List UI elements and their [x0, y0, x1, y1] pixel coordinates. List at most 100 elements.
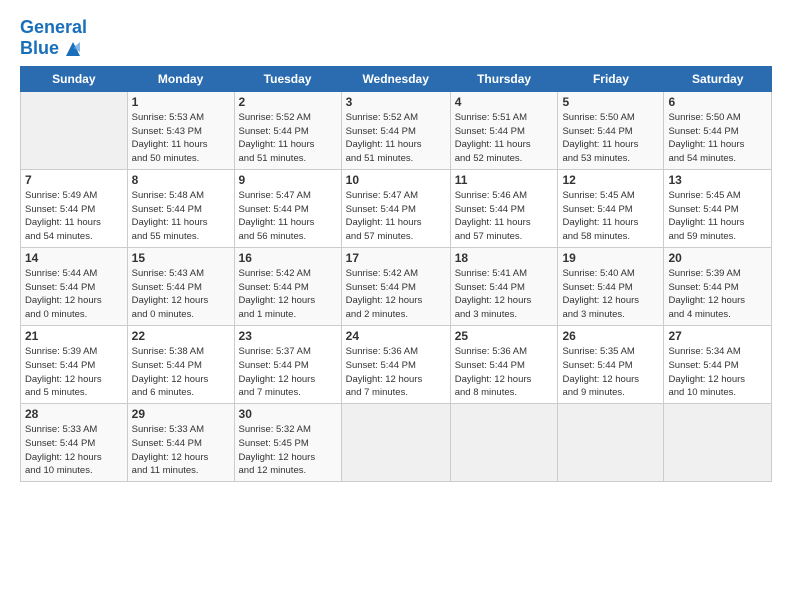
- day-number: 10: [346, 173, 446, 187]
- day-info: Sunrise: 5:47 AM Sunset: 5:44 PM Dayligh…: [239, 189, 337, 244]
- day-info: Sunrise: 5:33 AM Sunset: 5:44 PM Dayligh…: [25, 423, 123, 478]
- day-info: Sunrise: 5:42 AM Sunset: 5:44 PM Dayligh…: [239, 267, 337, 322]
- day-number: 26: [562, 329, 659, 343]
- day-info: Sunrise: 5:39 AM Sunset: 5:44 PM Dayligh…: [25, 345, 123, 400]
- day-cell: 8Sunrise: 5:48 AM Sunset: 5:44 PM Daylig…: [127, 169, 234, 247]
- day-cell: 27 Sunrise: 5:34 AM Sunset: 5:44 PM Dayli…: [664, 325, 772, 403]
- day-info: Sunrise: 5:38 AM Sunset: 5:44 PM Dayligh…: [132, 345, 230, 400]
- day-info: Sunrise: 5:36 AM Sunset: 5:44 PM Dayligh…: [455, 345, 554, 400]
- day-info: Sunrise: 5:45 AM Sunset: 5:44 PM Dayligh…: [562, 189, 659, 244]
- day-cell: 17Sunrise: 5:42 AM Sunset: 5:44 PM Dayli…: [341, 247, 450, 325]
- day-info: Sunrise: 5:36 AM Sunset: 5:44 PM Dayligh…: [346, 345, 446, 400]
- day-info: Sunrise: 5:40 AM Sunset: 5:44 PM Dayligh…: [562, 267, 659, 322]
- page: General Blue SundayMondayTuesdayWednesda…: [0, 0, 792, 494]
- day-info: Sunrise: 5:41 AM Sunset: 5:44 PM Dayligh…: [455, 267, 554, 322]
- day-cell: 16 Sunrise: 5:42 AM Sunset: 5:44 PM Dayli…: [234, 247, 341, 325]
- week-row-4: 21 Sunrise: 5:39 AM Sunset: 5:44 PM Dayli…: [21, 325, 772, 403]
- day-cell: [558, 404, 664, 482]
- day-number: 30: [239, 407, 337, 421]
- day-info: Sunrise: 5:46 AM Sunset: 5:44 PM Dayligh…: [455, 189, 554, 244]
- day-number: 2: [239, 95, 337, 109]
- day-number: 12: [562, 173, 659, 187]
- day-info: Sunrise: 5:52 AM Sunset: 5:44 PM Dayligh…: [346, 111, 446, 166]
- day-cell: 26 Sunrise: 5:35 AM Sunset: 5:44 PM Dayli…: [558, 325, 664, 403]
- day-cell: 15Sunrise: 5:43 AM Sunset: 5:44 PM Dayli…: [127, 247, 234, 325]
- day-cell: 4Sunrise: 5:51 AM Sunset: 5:44 PM Daylig…: [450, 91, 558, 169]
- day-number: 3: [346, 95, 446, 109]
- logo-text: General: [20, 18, 87, 38]
- day-number: 28: [25, 407, 123, 421]
- day-info: Sunrise: 5:50 AM Sunset: 5:44 PM Dayligh…: [668, 111, 767, 166]
- col-header-sunday: Sunday: [21, 66, 128, 91]
- col-header-tuesday: Tuesday: [234, 66, 341, 91]
- day-cell: 3 Sunrise: 5:52 AM Sunset: 5:44 PM Daylig…: [341, 91, 450, 169]
- day-number: 6: [668, 95, 767, 109]
- day-cell: 28 Sunrise: 5:33 AM Sunset: 5:44 PM Dayli…: [21, 404, 128, 482]
- week-row-2: 7 Sunrise: 5:49 AM Sunset: 5:44 PM Daylig…: [21, 169, 772, 247]
- col-header-wednesday: Wednesday: [341, 66, 450, 91]
- day-cell: 10 Sunrise: 5:47 AM Sunset: 5:44 PM Dayli…: [341, 169, 450, 247]
- day-number: 18: [455, 251, 554, 265]
- day-cell: 30 Sunrise: 5:32 AM Sunset: 5:45 PM Dayli…: [234, 404, 341, 482]
- day-cell: 6 Sunrise: 5:50 AM Sunset: 5:44 PM Daylig…: [664, 91, 772, 169]
- day-number: 24: [346, 329, 446, 343]
- day-cell: 1 Sunrise: 5:53 AM Sunset: 5:43 PM Daylig…: [127, 91, 234, 169]
- day-cell: 22Sunrise: 5:38 AM Sunset: 5:44 PM Dayli…: [127, 325, 234, 403]
- day-number: 19: [562, 251, 659, 265]
- logo-blue: Blue: [20, 38, 87, 60]
- day-cell: 25 Sunrise: 5:36 AM Sunset: 5:44 PM Dayli…: [450, 325, 558, 403]
- day-cell: 5Sunrise: 5:50 AM Sunset: 5:44 PM Daylig…: [558, 91, 664, 169]
- week-row-5: 28 Sunrise: 5:33 AM Sunset: 5:44 PM Dayli…: [21, 404, 772, 482]
- day-cell: 14Sunrise: 5:44 AM Sunset: 5:44 PM Dayli…: [21, 247, 128, 325]
- day-cell: 21 Sunrise: 5:39 AM Sunset: 5:44 PM Dayli…: [21, 325, 128, 403]
- day-number: 11: [455, 173, 554, 187]
- day-info: Sunrise: 5:47 AM Sunset: 5:44 PM Dayligh…: [346, 189, 446, 244]
- col-header-friday: Friday: [558, 66, 664, 91]
- day-cell: 19 Sunrise: 5:40 AM Sunset: 5:44 PM Dayli…: [558, 247, 664, 325]
- day-cell: [450, 404, 558, 482]
- day-info: Sunrise: 5:37 AM Sunset: 5:44 PM Dayligh…: [239, 345, 337, 400]
- day-number: 21: [25, 329, 123, 343]
- day-info: Sunrise: 5:53 AM Sunset: 5:43 PM Dayligh…: [132, 111, 230, 166]
- day-cell: [664, 404, 772, 482]
- day-number: 7: [25, 173, 123, 187]
- day-info: Sunrise: 5:32 AM Sunset: 5:45 PM Dayligh…: [239, 423, 337, 478]
- col-header-thursday: Thursday: [450, 66, 558, 91]
- day-info: Sunrise: 5:39 AM Sunset: 5:44 PM Dayligh…: [668, 267, 767, 322]
- day-number: 5: [562, 95, 659, 109]
- day-info: Sunrise: 5:48 AM Sunset: 5:44 PM Dayligh…: [132, 189, 230, 244]
- week-row-3: 14Sunrise: 5:44 AM Sunset: 5:44 PM Dayli…: [21, 247, 772, 325]
- day-number: 16: [239, 251, 337, 265]
- day-number: 29: [132, 407, 230, 421]
- day-number: 9: [239, 173, 337, 187]
- col-header-monday: Monday: [127, 66, 234, 91]
- day-number: 13: [668, 173, 767, 187]
- col-header-saturday: Saturday: [664, 66, 772, 91]
- day-info: Sunrise: 5:33 AM Sunset: 5:44 PM Dayligh…: [132, 423, 230, 478]
- day-cell: 2 Sunrise: 5:52 AM Sunset: 5:44 PM Daylig…: [234, 91, 341, 169]
- day-info: Sunrise: 5:42 AM Sunset: 5:44 PM Dayligh…: [346, 267, 446, 322]
- day-info: Sunrise: 5:51 AM Sunset: 5:44 PM Dayligh…: [455, 111, 554, 166]
- header: General Blue: [20, 18, 772, 60]
- header-row: SundayMondayTuesdayWednesdayThursdayFrid…: [21, 66, 772, 91]
- day-number: 27: [668, 329, 767, 343]
- day-info: Sunrise: 5:44 AM Sunset: 5:44 PM Dayligh…: [25, 267, 123, 322]
- day-info: Sunrise: 5:34 AM Sunset: 5:44 PM Dayligh…: [668, 345, 767, 400]
- day-info: Sunrise: 5:43 AM Sunset: 5:44 PM Dayligh…: [132, 267, 230, 322]
- day-number: 20: [668, 251, 767, 265]
- day-info: Sunrise: 5:35 AM Sunset: 5:44 PM Dayligh…: [562, 345, 659, 400]
- day-cell: 29 Sunrise: 5:33 AM Sunset: 5:44 PM Dayli…: [127, 404, 234, 482]
- day-cell: 7 Sunrise: 5:49 AM Sunset: 5:44 PM Daylig…: [21, 169, 128, 247]
- day-cell: 24 Sunrise: 5:36 AM Sunset: 5:44 PM Dayli…: [341, 325, 450, 403]
- day-number: 23: [239, 329, 337, 343]
- day-cell: 12 Sunrise: 5:45 AM Sunset: 5:44 PM Dayli…: [558, 169, 664, 247]
- logo-icon: [62, 38, 84, 60]
- day-number: 25: [455, 329, 554, 343]
- day-info: Sunrise: 5:52 AM Sunset: 5:44 PM Dayligh…: [239, 111, 337, 166]
- day-number: 1: [132, 95, 230, 109]
- day-info: Sunrise: 5:49 AM Sunset: 5:44 PM Dayligh…: [25, 189, 123, 244]
- day-cell: [341, 404, 450, 482]
- day-cell: 13Sunrise: 5:45 AM Sunset: 5:44 PM Dayli…: [664, 169, 772, 247]
- day-cell: 11 Sunrise: 5:46 AM Sunset: 5:44 PM Dayli…: [450, 169, 558, 247]
- logo: General Blue: [20, 18, 87, 60]
